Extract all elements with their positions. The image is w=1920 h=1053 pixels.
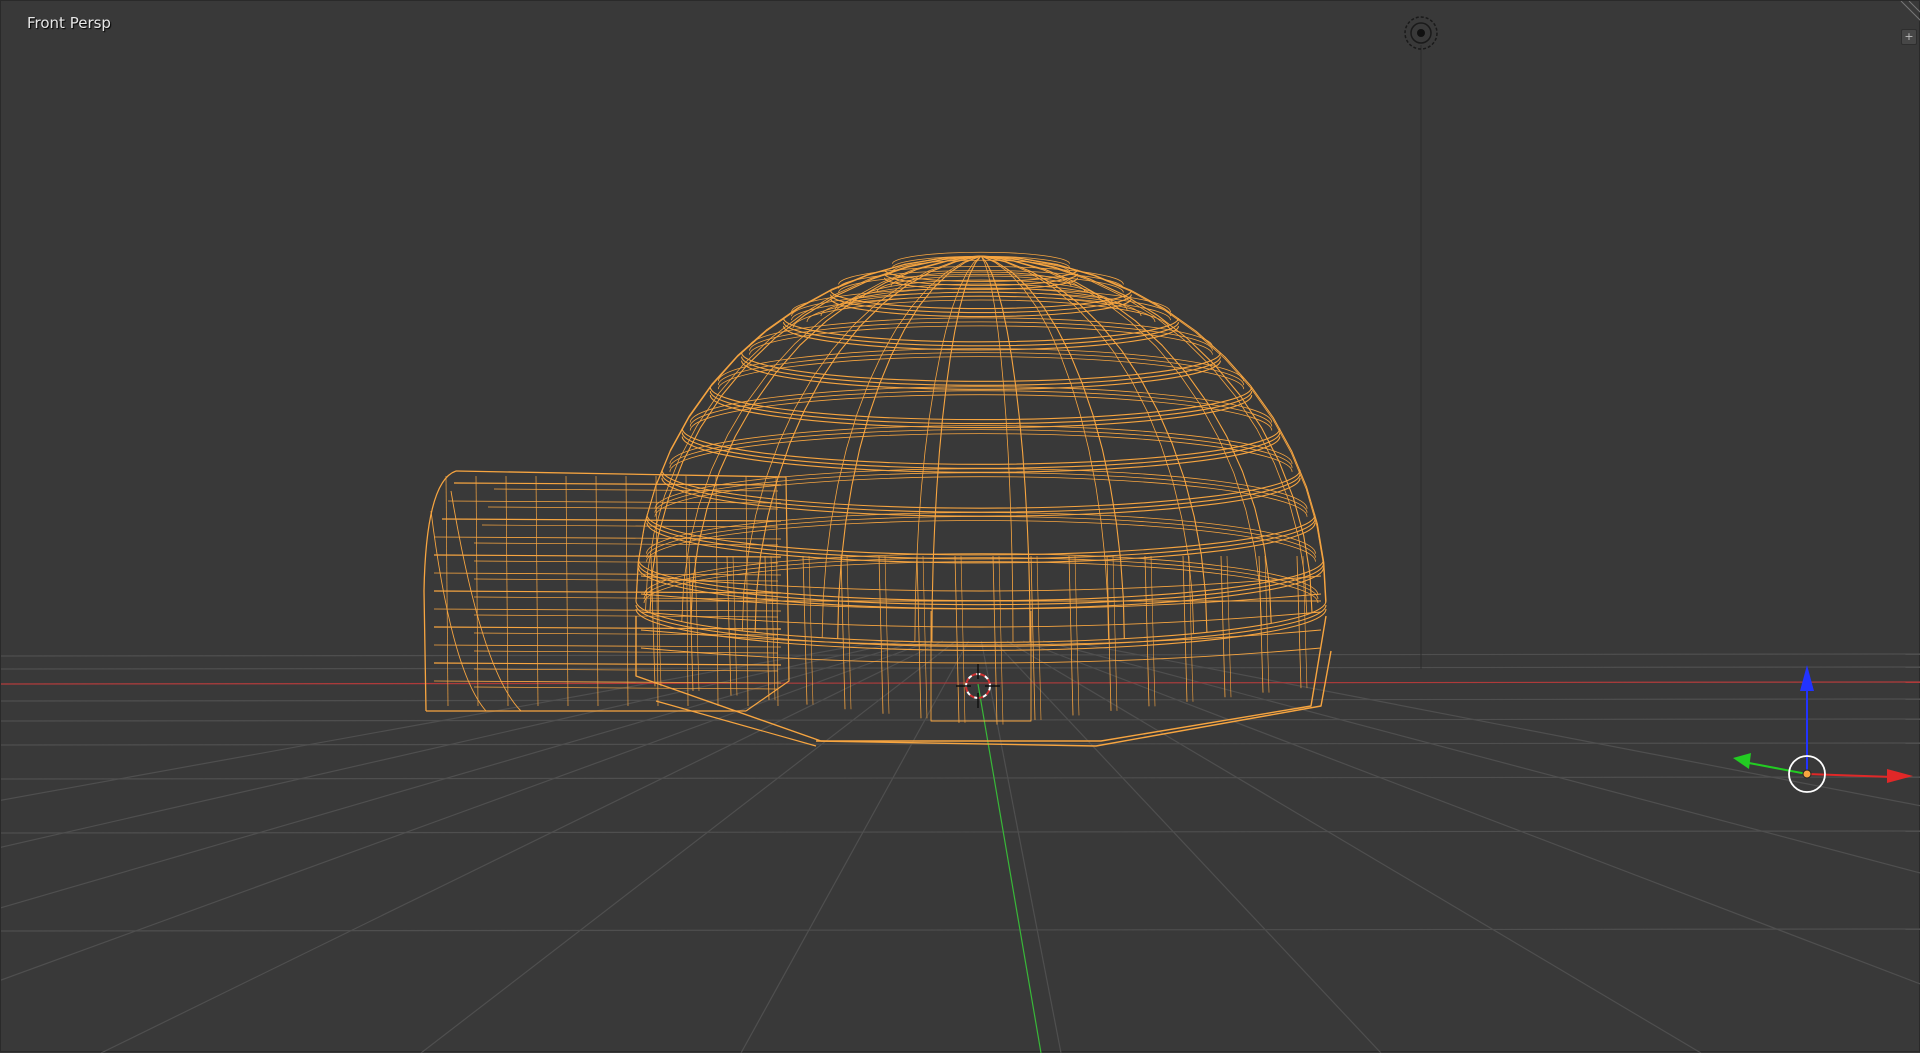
gizmo-x-arrow[interactable] (1887, 769, 1913, 783)
gizmo-y-arrow[interactable] (1733, 753, 1751, 769)
view-label: Front Persp (27, 14, 111, 32)
gizmo-y-axis[interactable] (1748, 762, 1808, 775)
3d-viewport[interactable]: Front Persp + (0, 0, 1920, 1053)
igloo-wireframe[interactable] (423, 251, 1332, 747)
object-origin (1802, 769, 1812, 779)
plus-icon[interactable]: + (1901, 29, 1917, 45)
gizmo-z-arrow[interactable] (1800, 665, 1814, 691)
area-split-corner-icon[interactable] (1900, 1, 1920, 21)
floor-grid (1, 640, 1920, 1053)
light-lamp-icon[interactable] (1404, 16, 1438, 50)
y-axis-line (977, 683, 1042, 1053)
viewport-scene[interactable] (1, 1, 1920, 1053)
x-axis-line (1, 681, 1920, 685)
transform-manipulator-icon[interactable] (1733, 665, 1913, 793)
